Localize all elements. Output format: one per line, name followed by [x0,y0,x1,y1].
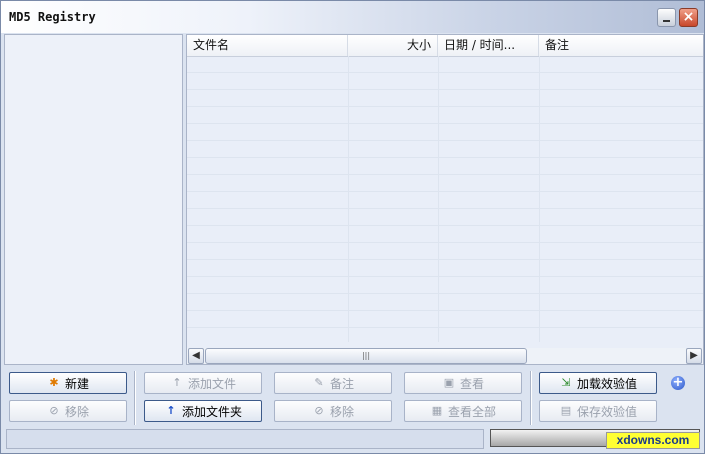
minimize-button[interactable] [657,8,676,27]
main-window: MD5 Registry × 文件名 大小 日期 / 时间... 备注 ◀ ||… [0,0,705,454]
empty-row [187,73,703,90]
column-header-note[interactable]: 备注 [539,35,703,56]
scroll-thumb[interactable]: ||| [205,348,527,364]
empty-row [187,226,703,243]
new-button-label: 新建 [64,376,89,391]
empty-row [187,90,703,107]
empty-row [187,243,703,260]
empty-row [187,56,703,73]
empty-row [187,311,703,328]
remove-left-button-label: 移除 [64,404,89,419]
file-list[interactable]: 文件名 大小 日期 / 时间... 备注 ◀ ||| ▶ [186,34,704,365]
scroll-left-button[interactable]: ◀ [188,348,204,364]
note-button-label: 备注 [329,376,354,391]
scroll-grip: ||| [361,351,371,360]
column-divider [539,56,540,342]
empty-row [187,124,703,141]
separator [134,371,136,425]
status-bar [6,429,484,449]
separator [530,371,532,425]
remove-left-button[interactable]: ⊘ 移除 [9,400,127,422]
add-folder-button-label: 添加文件夹 [181,404,242,419]
horizontal-scrollbar[interactable]: ◀ ||| ▶ [187,348,703,364]
column-divider [438,56,439,342]
remove-icon: ⊘ [49,404,59,417]
arrow-up-icon: ↑ [166,404,176,417]
folder-tree-panel[interactable] [4,34,183,365]
save-icon: ▤ [560,404,572,417]
empty-row [187,158,703,175]
chevron-left-icon: ◀ [192,350,200,361]
save-checksum-button[interactable]: ▤ 保存效验值 [539,400,657,422]
column-divider [348,56,349,342]
empty-row [187,192,703,209]
close-button[interactable]: × [679,8,698,27]
view-icon: ▣ [443,376,455,389]
watermark-logo: xdowns.com [606,432,700,449]
empty-row [187,209,703,226]
add-file-button[interactable]: ↑ 添加文件 [144,372,262,394]
view-button-label: 查看 [459,376,484,391]
load-icon: ⇲ [561,376,571,389]
column-header-size[interactable]: 大小 [348,35,438,56]
remove-button-label: 移除 [329,404,354,419]
window-title: MD5 Registry [9,10,96,24]
list-header: 文件名 大小 日期 / 时间... 备注 [187,35,703,57]
chevron-right-icon: ▶ [690,350,698,361]
empty-row [187,260,703,277]
note-icon: ✎ [314,376,324,389]
arrow-up-icon: ↑ [172,376,182,389]
scroll-right-button[interactable]: ▶ [686,348,702,364]
load-checksum-button[interactable]: ⇲ 加载效验值 [539,372,657,394]
save-checksum-button-label: 保存效验值 [576,404,637,419]
note-button[interactable]: ✎ 备注 [274,372,392,394]
empty-row [187,294,703,311]
view-all-button-label: 查看全部 [447,404,496,419]
column-header-filename[interactable]: 文件名 [187,35,348,56]
plus-circle-icon[interactable]: + [671,376,685,390]
view-all-icon: ▦ [431,404,443,417]
empty-row [187,141,703,158]
load-checksum-button-label: 加载效验值 [576,376,637,391]
remove-icon: ⊘ [314,404,324,417]
add-file-button-label: 添加文件 [187,376,236,391]
new-button[interactable]: ✱ 新建 [9,372,127,394]
remove-button[interactable]: ⊘ 移除 [274,400,392,422]
column-header-datetime[interactable]: 日期 / 时间... [438,35,539,56]
empty-row [187,107,703,124]
empty-row [187,277,703,294]
view-button[interactable]: ▣ 查看 [404,372,522,394]
view-all-button[interactable]: ▦ 查看全部 [404,400,522,422]
star-folder-icon: ✱ [49,376,59,389]
list-rows [187,56,703,342]
empty-row [187,175,703,192]
close-icon: × [682,9,695,25]
add-folder-button[interactable]: ↑ 添加文件夹 [144,400,262,422]
title-bar[interactable]: MD5 Registry × [1,1,704,33]
